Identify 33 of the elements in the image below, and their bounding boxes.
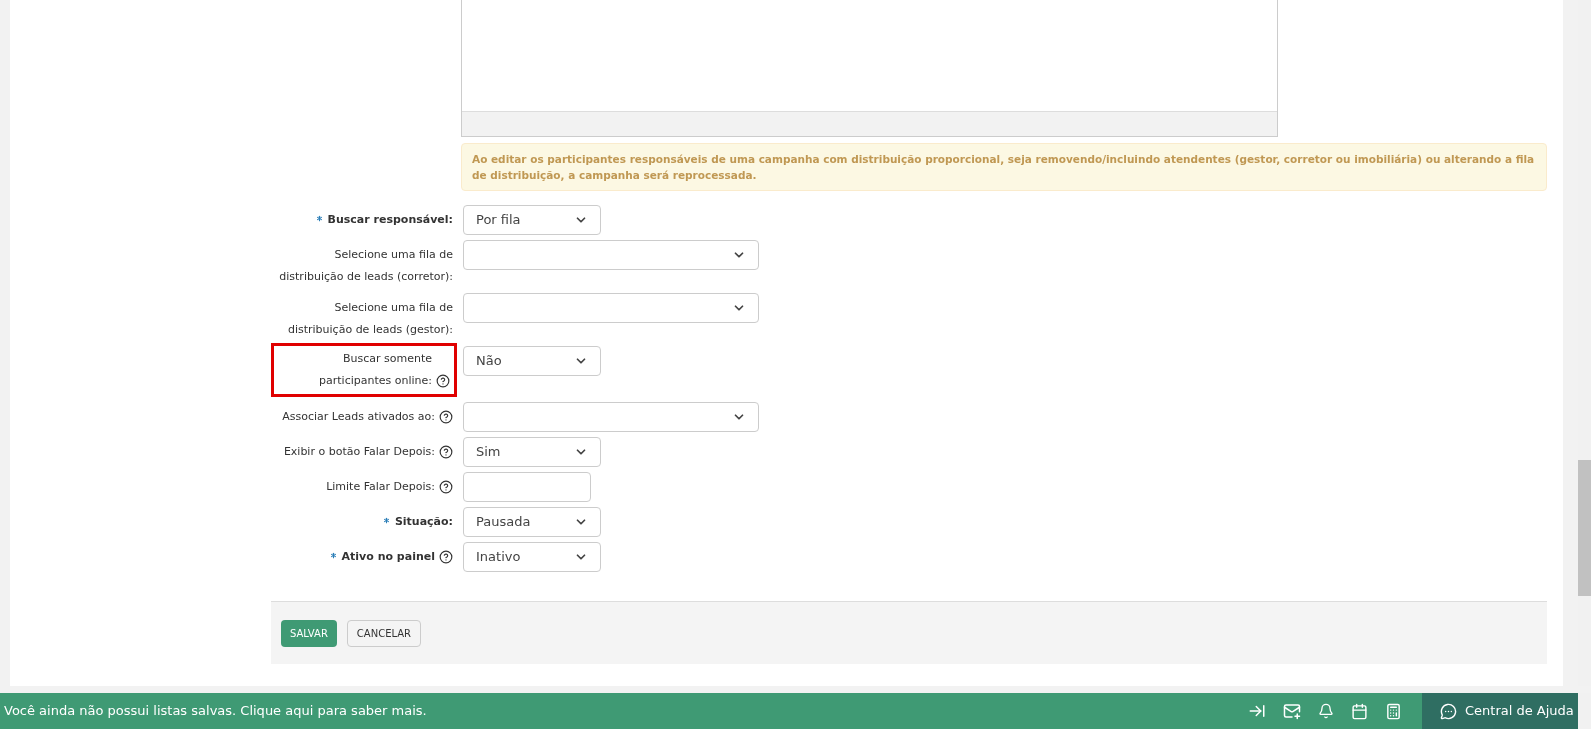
select-field[interactable]	[463, 240, 759, 270]
select-field[interactable]	[463, 402, 759, 432]
help-icon[interactable]	[439, 445, 453, 459]
input-field[interactable]	[463, 472, 591, 502]
select-field[interactable]: Sim	[463, 437, 601, 467]
calculator-icon[interactable]	[1385, 702, 1402, 720]
help-icon[interactable]	[439, 480, 453, 494]
field-label: Associar Leads ativados ao:	[282, 409, 435, 425]
scrollbar-thumb[interactable]	[1578, 460, 1591, 596]
field-label: Ativo no painel	[341, 549, 435, 565]
field-label: Exibir o botão Falar Depois:	[283, 444, 435, 460]
mail-icon[interactable]	[1283, 702, 1301, 720]
field-label: Buscar somente participantes online:	[318, 351, 432, 389]
help-icon[interactable]	[436, 374, 450, 388]
field-label: Selecione uma fila de distribuição de leads (corretor):	[278, 247, 453, 285]
select-field[interactable]: Inativo	[463, 542, 601, 572]
cancel-button[interactable]: CANCELAR	[346, 619, 422, 647]
warning-notice: Ao editar os participantes responsáveis de uma campanha com distribuição proporcional, seja removendo/incluindo atendentes (gestor, corretor ou imobiliária) ou alterando a fila de distribuição, a campanha será reprocessada.	[461, 143, 1547, 191]
help-icon[interactable]	[439, 410, 453, 424]
bell-icon[interactable]	[1318, 703, 1334, 719]
field-label: Limite Falar Depois:	[326, 479, 435, 495]
calendar-icon[interactable]	[1351, 702, 1368, 720]
arrow-to-line-icon[interactable]	[1248, 702, 1266, 720]
field-label: Selecione uma fila de distribuição de leads (gestor):	[286, 300, 453, 338]
chat-bubble-icon	[1440, 702, 1457, 720]
field-label: Buscar responsável:	[327, 212, 453, 228]
field-label: Situação:	[394, 514, 453, 530]
select-field[interactable]: Não	[463, 346, 601, 376]
help-icon[interactable]	[439, 550, 453, 564]
select-field[interactable]: Pausada	[463, 507, 601, 537]
select-field[interactable]: Por fila	[463, 205, 601, 235]
help-center-button[interactable]: Central de Ajuda	[1422, 693, 1578, 729]
select-field[interactable]	[463, 293, 759, 323]
